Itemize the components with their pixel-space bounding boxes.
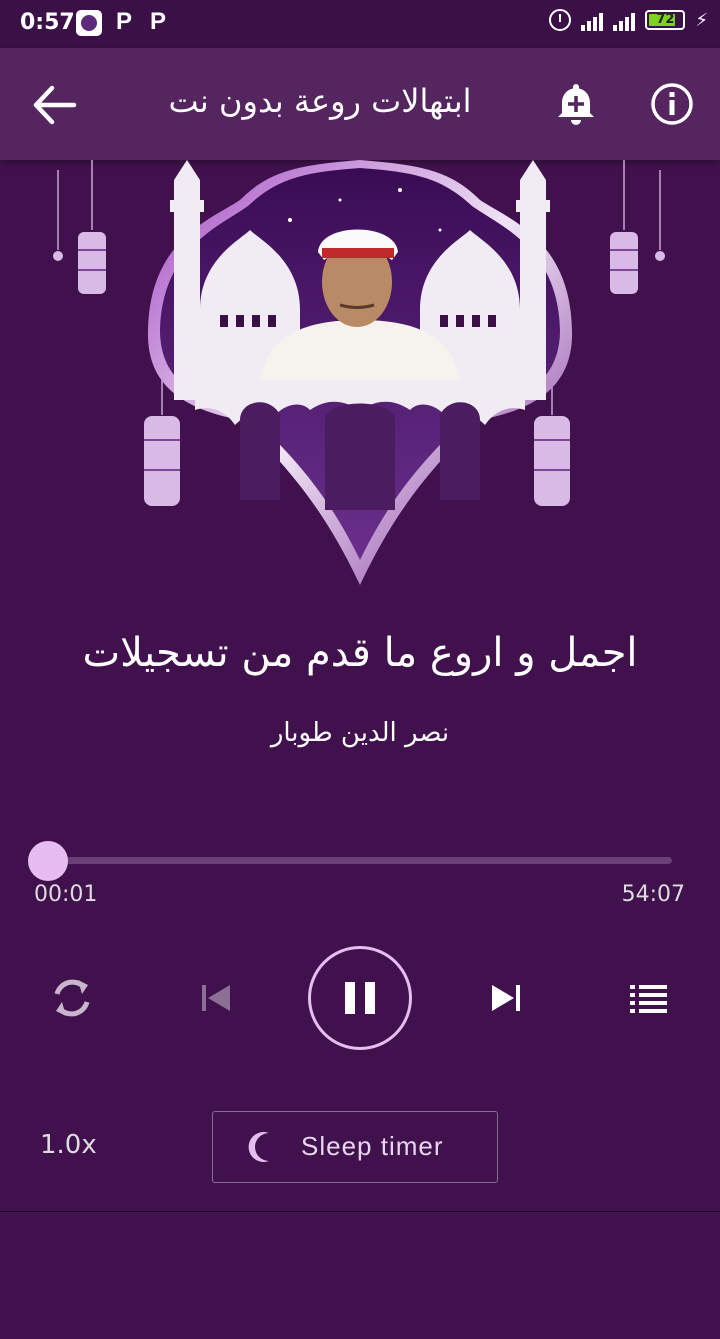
playback-speed[interactable]: 1.0x [40,1130,97,1160]
status-time: 0:57 [20,10,75,35]
app-bar: ابتهالات روعة بدون نت [0,48,720,160]
current-time: 00:01 [34,882,98,907]
battery-icon: 72 [645,10,686,30]
track-title: اجمل و اروع ما قدم من تسجيلات [82,630,638,676]
skip-previous-icon [202,985,230,1011]
total-time: 54:07 [621,882,685,907]
queue-list-icon [630,985,667,1013]
battery-level: 72 [656,12,675,27]
add-alert-button[interactable] [552,80,600,128]
seek-bar[interactable] [48,857,672,864]
moon-icon [248,1132,269,1162]
repeat-icon [54,979,90,1017]
charging-icon: ⚡ [695,9,708,31]
page-title: ابتهالات روعة بدون نت [168,82,472,120]
notification-letter: P [150,8,167,35]
pause-button[interactable] [308,946,412,1050]
alarm-icon [549,9,572,31]
info-button[interactable] [648,80,696,128]
back-arrow-icon [33,85,77,125]
status-bar: 0:57 P P 72 ⚡ [0,0,720,48]
skip-next-icon [492,985,520,1011]
seek-thumb[interactable] [28,841,69,881]
track-artist: نصر الدين طوبار [270,718,450,748]
repeat-button[interactable] [46,972,98,1024]
signal-icon [581,9,604,31]
previous-button[interactable] [190,972,242,1024]
pause-icon [345,982,375,1014]
sleep-timer-label: Sleep timer [301,1131,444,1161]
next-button[interactable] [480,972,532,1024]
queue-button[interactable] [620,972,676,1024]
app-icon [76,10,102,36]
signal-icon [613,9,636,31]
back-button[interactable] [30,82,80,128]
bottom-divider [0,1211,720,1212]
info-icon [651,83,693,125]
notification-letter: P [116,8,133,35]
album-artwork [53,160,665,585]
sleep-timer-button[interactable]: Sleep timer [212,1111,498,1183]
add-alert-bell-icon [558,84,594,125]
